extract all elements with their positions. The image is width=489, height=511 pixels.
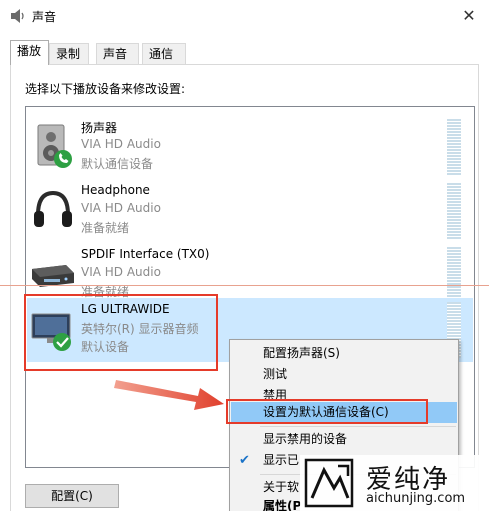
menu-item-configure-speakers[interactable]: 配置扬声器(S) <box>231 343 457 364</box>
device-driver: VIA HD Audio <box>81 265 161 279</box>
annotation-box-device <box>24 294 218 371</box>
watermark-url: aichunjing.com <box>366 491 466 506</box>
speaker-icon <box>11 9 24 23</box>
volume-level-meter <box>447 183 461 239</box>
menu-item-label: 显示已 <box>263 453 300 467</box>
menu-item-test[interactable]: 测试 <box>231 364 457 385</box>
device-status: 准备就绪 <box>81 221 130 235</box>
volume-level-meter <box>447 247 461 303</box>
watermark: 爱纯净 aichunjing.com <box>300 455 489 511</box>
tab-communications[interactable]: 通信 <box>142 43 186 64</box>
title-bar: 声音 ✕ <box>0 0 489 32</box>
menu-separator <box>260 426 456 427</box>
annotation-box-menu-item <box>226 399 428 424</box>
spdif-device-icon <box>32 265 74 287</box>
device-name: 扬声器 <box>81 121 118 135</box>
tab-sounds[interactable]: 声音 <box>96 43 139 64</box>
annotation-arrow-icon <box>114 380 224 410</box>
device-status: 默认通信设备 <box>81 157 154 171</box>
brand-logo-icon <box>304 458 354 508</box>
volume-level-meter <box>447 119 461 175</box>
menu-item-show-disabled[interactable]: 显示禁用的设备 <box>231 429 457 450</box>
tab-recording[interactable]: 录制 <box>49 43 89 64</box>
close-button[interactable]: ✕ <box>449 0 489 32</box>
annotation-divider-line <box>0 285 489 286</box>
checkmark-icon: ✔ <box>239 453 250 468</box>
speaker-icon <box>37 124 72 168</box>
headphone-icon <box>34 190 72 227</box>
device-driver: VIA HD Audio <box>81 201 161 215</box>
device-name: Headphone <box>81 183 150 197</box>
configure-button[interactable]: 配置(C) <box>25 484 119 508</box>
phone-badge-icon <box>54 150 72 168</box>
tab-playback[interactable]: 播放 <box>10 40 49 65</box>
device-item-speaker[interactable]: 扬声器 VIA HD Audio 默认通信设备 <box>27 115 473 179</box>
instruction-text: 选择以下播放设备来修改设置: <box>25 82 186 96</box>
device-item-headphone[interactable]: Headphone VIA HD Audio 准备就绪 <box>27 179 473 243</box>
window-title: 声音 <box>32 10 57 24</box>
device-driver: VIA HD Audio <box>81 137 161 151</box>
device-name: SPDIF Interface (TX0) <box>81 247 210 261</box>
